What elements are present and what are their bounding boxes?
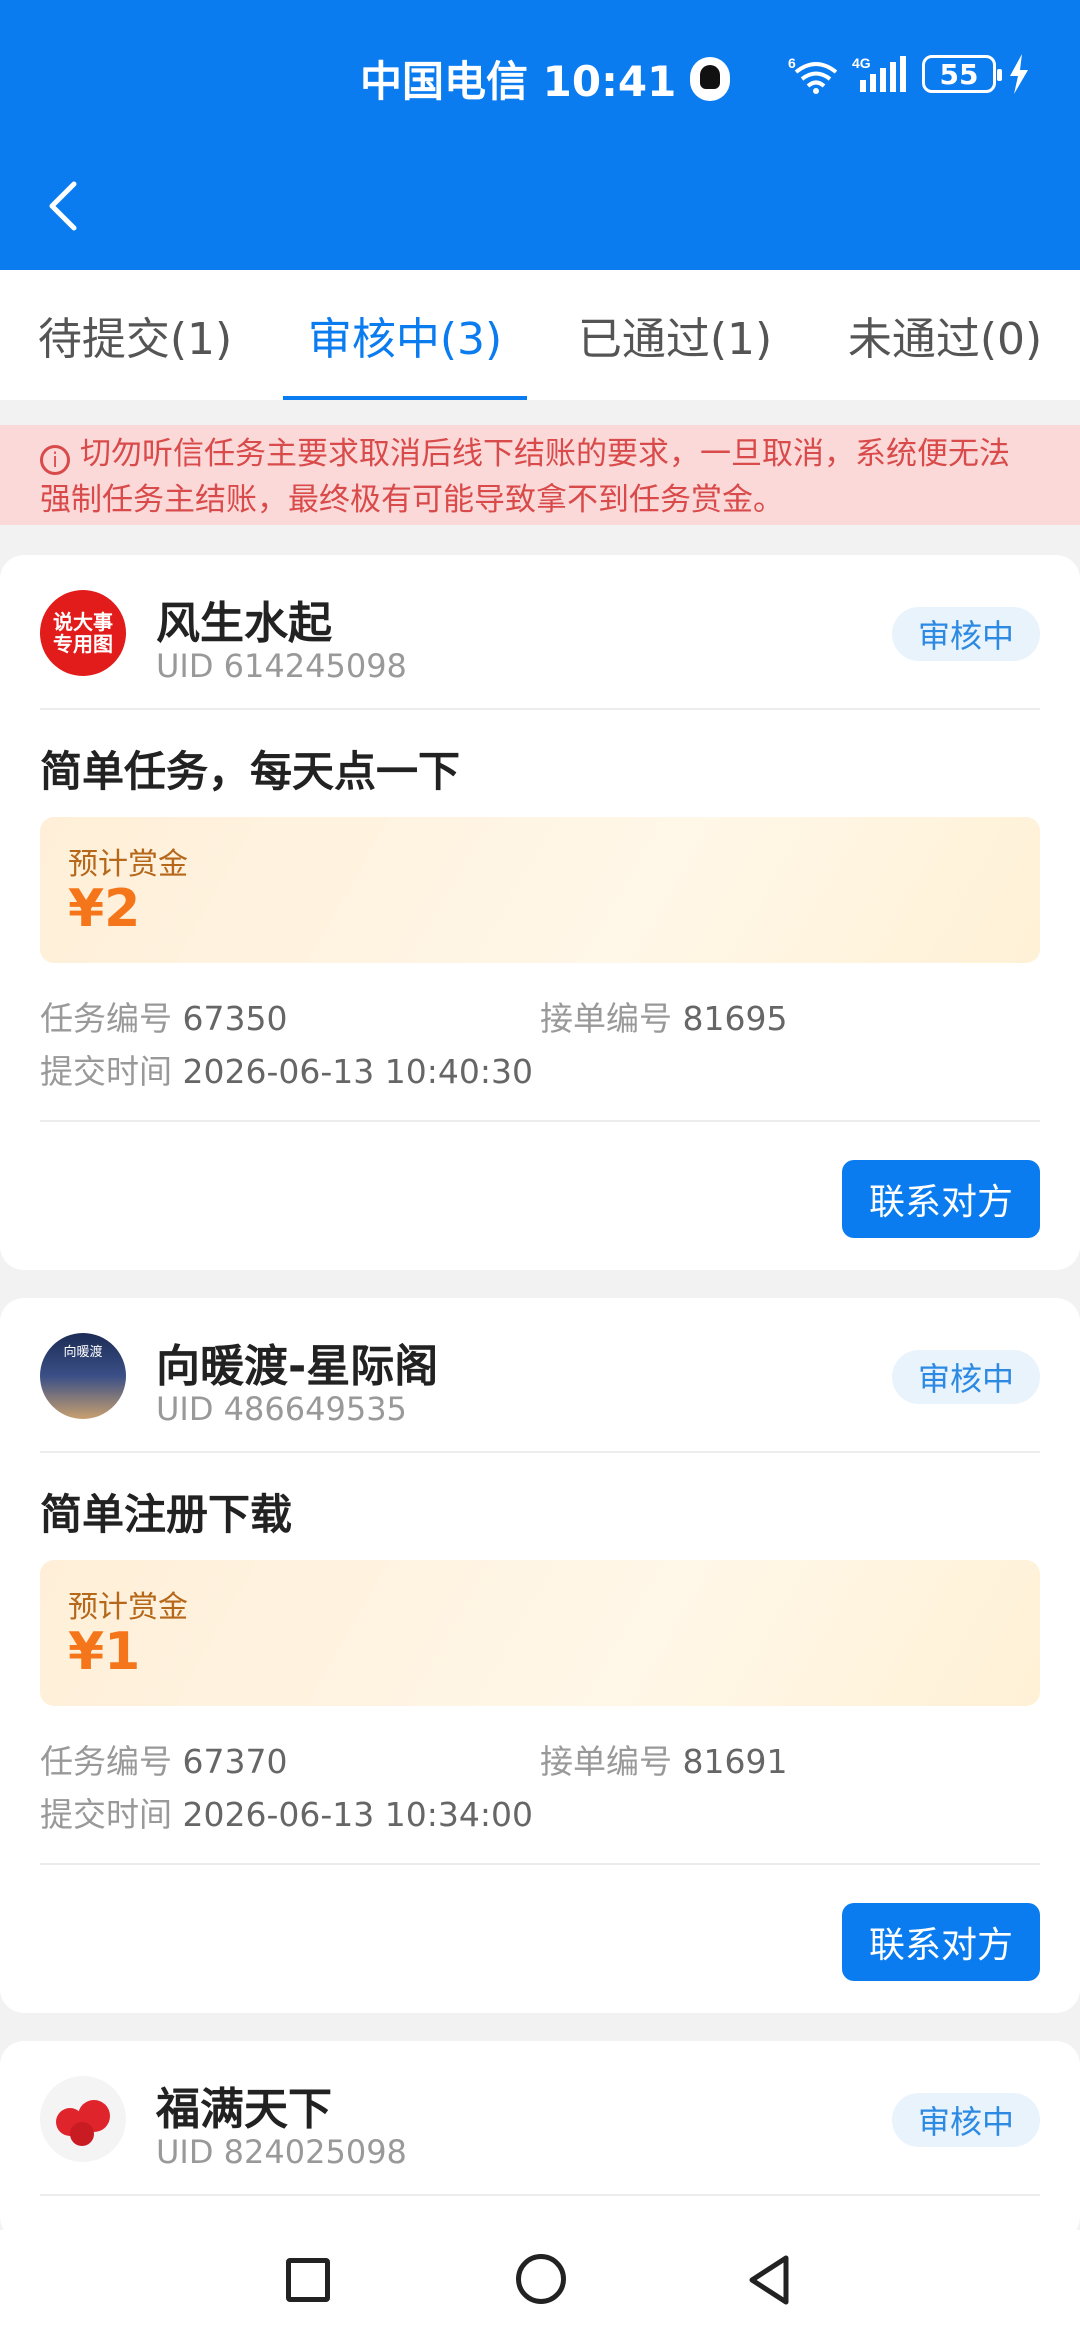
reward-box: 预计赏金 ¥1 bbox=[40, 1560, 1040, 1706]
order-number: 接单编号 81691 bbox=[540, 1735, 787, 1783]
tab-approved[interactable]: 已通过(1) bbox=[540, 270, 810, 400]
submit-time: 提交时间 2026-06-13 10:40:30 bbox=[40, 1045, 533, 1093]
avatar-text: 向暖渡 bbox=[63, 1345, 103, 1360]
avatar: 向暖渡 bbox=[40, 1333, 126, 1419]
tab-under-review[interactable]: 审核中(3) bbox=[270, 270, 540, 400]
avatar bbox=[40, 2076, 126, 2162]
reward-label: 预计赏金 bbox=[68, 847, 188, 882]
task-number-label: 任务编号 bbox=[40, 999, 172, 1038]
submit-time-value: 2026-06-13 10:40:30 bbox=[182, 1052, 533, 1091]
app-header: 中国电信 10:41 6 4G 55 bbox=[0, 0, 1080, 270]
avatar-text: 说大事 专用图 bbox=[53, 610, 113, 656]
divider bbox=[40, 2194, 1040, 2196]
publisher-uid: UID 824025098 bbox=[156, 2133, 407, 2171]
home-icon[interactable] bbox=[516, 2254, 566, 2304]
task-card[interactable]: 福满天下 UID 824025098 审核中 bbox=[0, 2041, 1080, 2241]
order-number: 接单编号 81695 bbox=[540, 992, 787, 1040]
publisher-uid: UID 486649535 bbox=[156, 1390, 407, 1428]
submit-time-label: 提交时间 bbox=[40, 1052, 172, 1091]
status-icons: 6 4G 55 bbox=[788, 54, 1030, 94]
notice-text: 切勿听信任务主要求取消后线下结账的要求，一旦取消，系统便无法强制任务主结账，最终… bbox=[40, 436, 1010, 518]
order-number-value: 81691 bbox=[682, 1742, 788, 1781]
task-number: 任务编号 67350 bbox=[40, 992, 287, 1040]
reward-box: 预计赏金 ¥2 bbox=[40, 817, 1040, 963]
status-carrier-time: 中国电信 10:41 bbox=[360, 48, 731, 109]
status-badge: 审核中 bbox=[892, 1350, 1040, 1404]
order-number-value: 81695 bbox=[682, 999, 788, 1038]
publisher-uid: UID 614245098 bbox=[156, 647, 407, 685]
status-tabs: 待提交(1) 审核中(3) 已通过(1) 未通过(0) bbox=[0, 270, 1080, 400]
task-number-value: 67370 bbox=[182, 1742, 288, 1781]
task-number-label: 任务编号 bbox=[40, 1742, 172, 1781]
task-card[interactable]: 说大事 专用图 风生水起 UID 614245098 审核中 简单任务，每天点一… bbox=[0, 555, 1080, 1270]
divider bbox=[40, 1863, 1040, 1865]
status-bar: 中国电信 10:41 6 4G 55 bbox=[0, 40, 1080, 120]
reward-value: ¥2 bbox=[68, 879, 141, 939]
order-number-label: 接单编号 bbox=[540, 1742, 672, 1781]
flower-icon bbox=[56, 2100, 110, 2146]
divider bbox=[40, 708, 1040, 710]
task-title: 简单注册下载 bbox=[40, 1490, 293, 1539]
wifi-label: 6 bbox=[788, 55, 796, 71]
battery-icon: 55 bbox=[922, 55, 1002, 93]
carrier-time-text: 中国电信 10:41 bbox=[360, 57, 677, 106]
divider bbox=[40, 1120, 1040, 1122]
submit-time-value: 2026-06-13 10:34:00 bbox=[182, 1795, 533, 1834]
tab-rejected[interactable]: 未通过(0) bbox=[810, 270, 1080, 400]
network-label: 4G bbox=[852, 55, 871, 71]
system-nav-bar bbox=[0, 2230, 1080, 2340]
contact-button[interactable]: 联系对方 bbox=[842, 1903, 1040, 1981]
tab-pending-submit[interactable]: 待提交(1) bbox=[0, 270, 270, 400]
contact-button[interactable]: 联系对方 bbox=[842, 1160, 1040, 1238]
task-card[interactable]: 向暖渡 向暖渡-星际阁 UID 486649535 审核中 简单注册下载 预计赏… bbox=[0, 1298, 1080, 2013]
divider bbox=[40, 1451, 1040, 1453]
order-number-label: 接单编号 bbox=[540, 999, 672, 1038]
info-icon: i bbox=[40, 445, 70, 475]
recent-apps-icon[interactable] bbox=[286, 2258, 330, 2302]
submit-time-label: 提交时间 bbox=[40, 1795, 172, 1834]
back-triangle-icon[interactable] bbox=[744, 2252, 794, 2308]
publisher-name: 福满天下 bbox=[156, 2084, 332, 2135]
battery-level: 55 bbox=[939, 57, 979, 91]
task-number-value: 67350 bbox=[182, 999, 288, 1038]
qq-icon bbox=[690, 56, 731, 101]
charging-bolt-icon bbox=[1010, 54, 1028, 94]
publisher-name: 风生水起 bbox=[156, 598, 332, 649]
status-badge: 审核中 bbox=[892, 2093, 1040, 2147]
wifi-icon: 6 bbox=[788, 55, 838, 94]
warning-notice: i 切勿听信任务主要求取消后线下结账的要求，一旦取消，系统便无法强制任务主结账，最… bbox=[0, 425, 1080, 525]
reward-value: ¥1 bbox=[68, 1622, 141, 1682]
submit-time: 提交时间 2026-06-13 10:34:00 bbox=[40, 1788, 533, 1836]
signal-icon: 4G bbox=[852, 55, 906, 92]
publisher-name: 向暖渡-星际阁 bbox=[156, 1341, 439, 1392]
chevron-left-icon[interactable] bbox=[40, 170, 90, 240]
task-number: 任务编号 67370 bbox=[40, 1735, 287, 1783]
status-badge: 审核中 bbox=[892, 607, 1040, 661]
task-title: 简单任务，每天点一下 bbox=[40, 747, 461, 796]
avatar: 说大事 专用图 bbox=[40, 590, 126, 676]
reward-label: 预计赏金 bbox=[68, 1590, 188, 1625]
